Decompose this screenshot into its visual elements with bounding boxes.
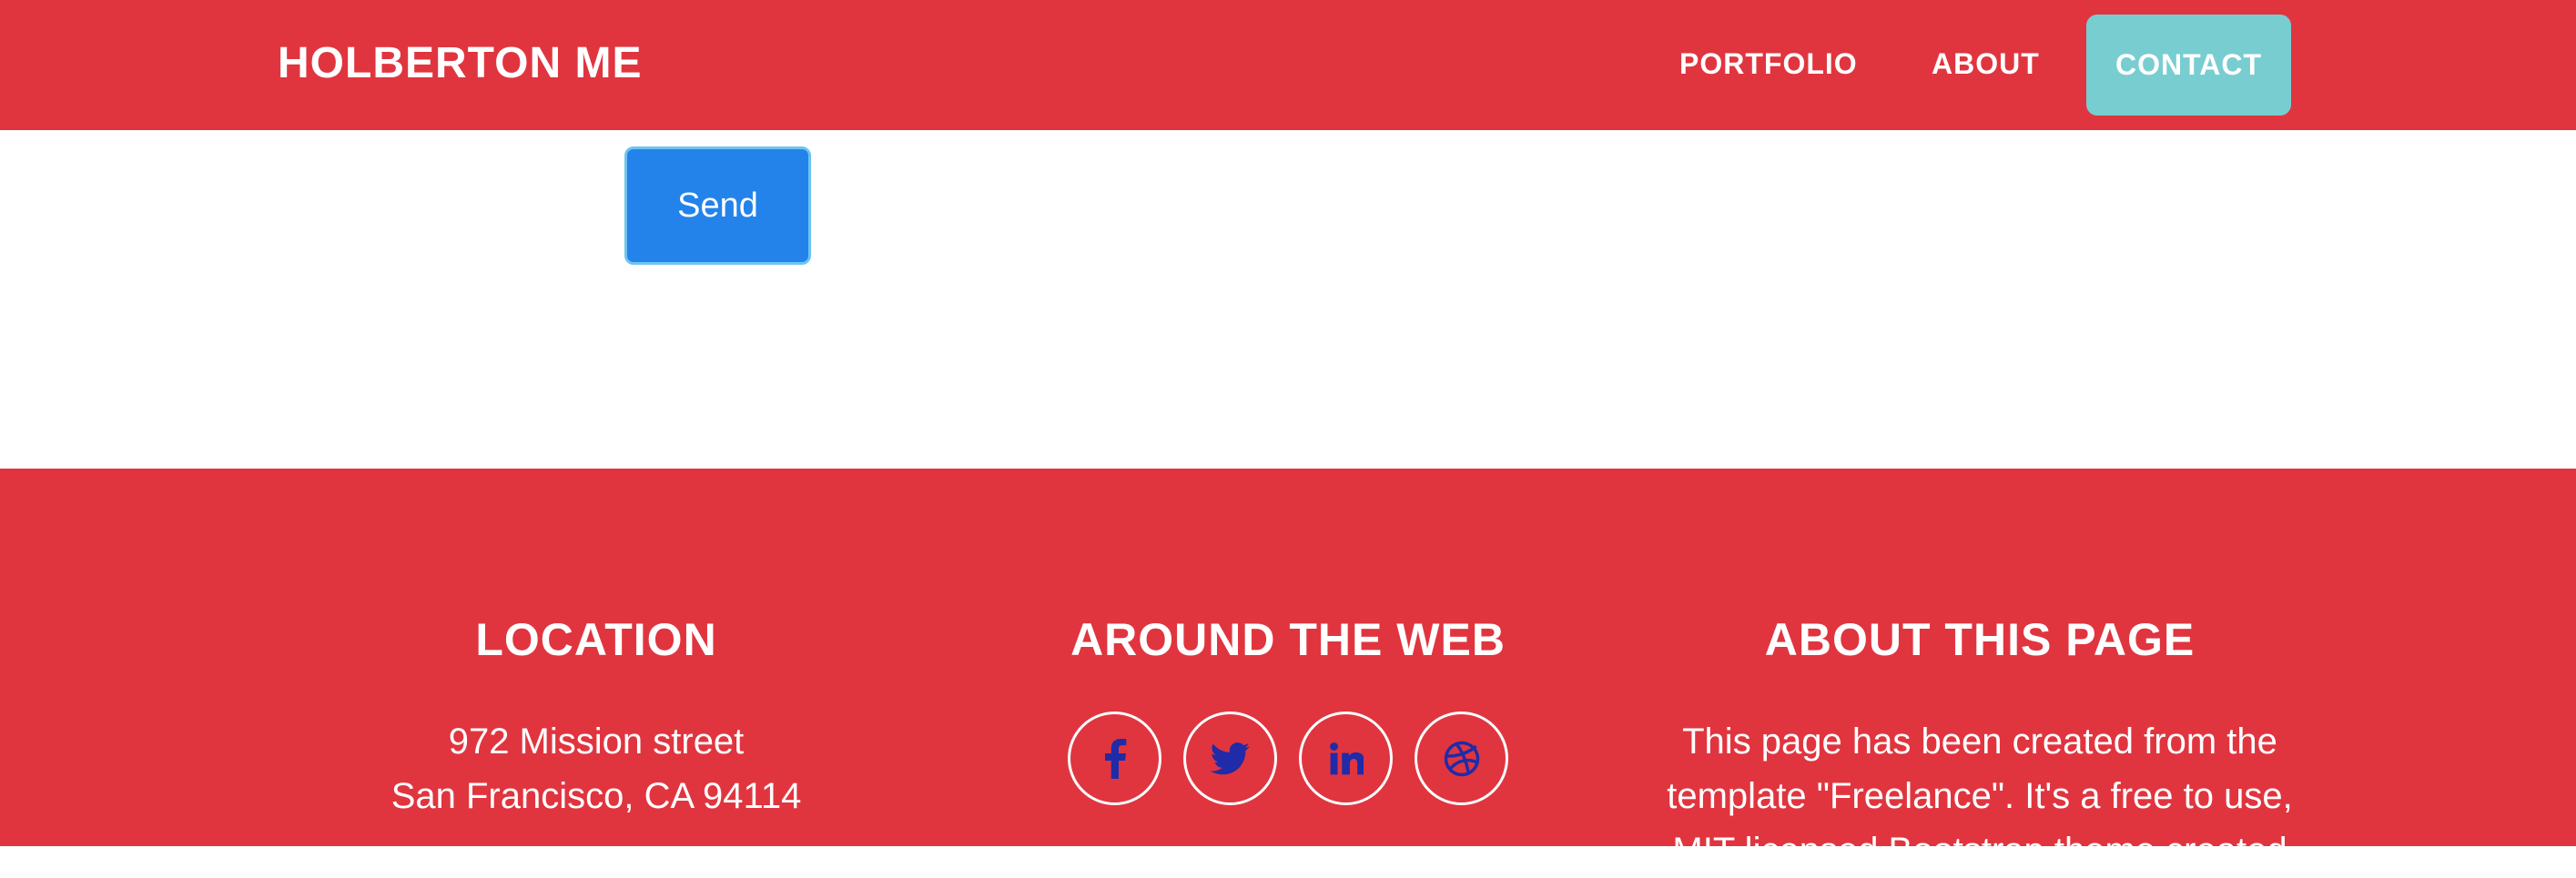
footer: LOCATION 972 Mission street San Francisc… [0,469,2576,871]
address-line-street: 972 Mission street [448,722,745,762]
footer-about-title: ABOUT THIS PAGE [1764,614,2196,665]
nav-link-about[interactable]: ABOUT [1932,44,2040,84]
about-line: This page has been created from the [1682,722,2277,762]
send-button[interactable]: Send [624,146,811,265]
facebook-icon[interactable] [1068,711,1161,805]
footer-around-the-web-title: AROUND THE WEB [1070,614,1506,665]
footer-about-text: This page has been created from the temp… [1634,714,2326,878]
navbar: HOLBERTON ME PORTFOLIO ABOUT CONTACT [0,0,2576,130]
footer-location-title: LOCATION [475,614,717,665]
nav-link-portfolio[interactable]: PORTFOLIO [1679,44,1858,84]
address-line-city: San Francisco, CA 94114 [390,776,802,816]
about-line: MIT licensed Bootstrap theme created [1672,831,2287,871]
social-links [1068,711,1508,805]
twitter-icon[interactable] [1183,711,1277,805]
linkedin-icon[interactable] [1299,711,1393,805]
brand-logo[interactable]: HOLBERTON ME [278,38,642,89]
about-line: template "Freelance". It's a free to use… [1667,776,2293,816]
nav-link-contact[interactable]: CONTACT [2086,15,2291,116]
dribbble-icon[interactable] [1415,711,1508,805]
footer-location-address: 972 Mission street San Francisco, CA 941… [250,714,942,823]
